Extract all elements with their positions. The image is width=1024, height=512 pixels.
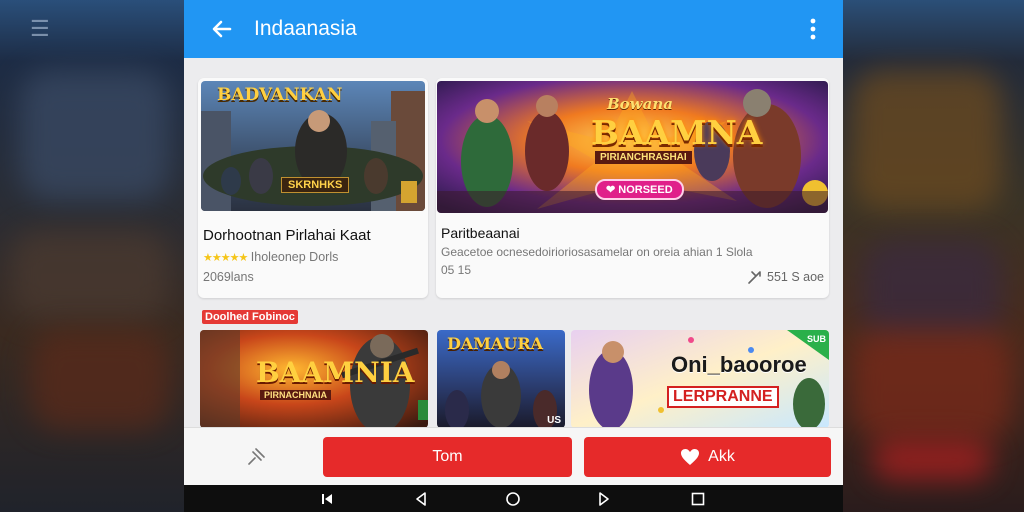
- tile-subtitle: LERPRANNE: [667, 386, 779, 408]
- game-tile[interactable]: DAMAURA US: [437, 330, 565, 428]
- thumbnail-subtitle: PIRIANCHRASHAI: [595, 151, 692, 164]
- back-nav-icon[interactable]: [413, 491, 429, 507]
- rating-text: Iholeonep Dorls: [250, 250, 339, 264]
- primary-action-button[interactable]: Tom: [323, 437, 572, 477]
- featured-thumbnail[interactable]: Bowana BAAMNA PIRIANCHRASHAI ❤ NORSEED: [437, 81, 828, 213]
- star-rating: ★★★★★: [203, 252, 248, 264]
- back-button[interactable]: [204, 11, 240, 47]
- share-button[interactable]: 551 S aoe: [747, 269, 824, 285]
- card-meta: 2069lans: [203, 270, 254, 284]
- secondary-action-button[interactable]: Akk: [584, 437, 831, 477]
- thumbnail-banner-text: SKRNHKS: [281, 177, 350, 193]
- phone-screen: Indaanasia BADVANKAN SKRNHKS Dorhootnan …: [184, 0, 843, 512]
- tile-subtitle: PIRNACHNAIA: [260, 390, 331, 400]
- primary-action-label: Tom: [432, 448, 463, 465]
- share-icon: [748, 271, 761, 284]
- more-vertical-icon: [810, 18, 816, 40]
- pin-button[interactable]: [244, 445, 268, 469]
- background-right: [842, 0, 1024, 512]
- game-tile[interactable]: Oni_baooroe LERPRANNE SUB: [571, 330, 829, 428]
- featured-card[interactable]: Bowana BAAMNA PIRIANCHRASHAI ❤ NORSEED P…: [436, 78, 829, 298]
- featured-thumbnail[interactable]: BADVANKAN SKRNHKS: [201, 81, 425, 211]
- pin-icon: [248, 448, 265, 465]
- game-artwork: [571, 330, 829, 428]
- tile-logo-text: DAMAURA: [447, 334, 544, 353]
- card-meta: 05 15: [441, 263, 472, 277]
- tile-corner-label: US: [547, 415, 561, 426]
- skip-back-icon[interactable]: [319, 491, 335, 507]
- heart-icon: ❤: [606, 184, 616, 196]
- thumbnail-logo-text: BADVANKAN: [217, 85, 343, 105]
- tile-logo-text: Oni_baooroe: [671, 352, 807, 377]
- app-bar: Indaanasia: [184, 0, 843, 58]
- card-title: Paritbeaanai: [441, 225, 520, 241]
- thumbnail-badge[interactable]: ❤ NORSEED: [595, 179, 684, 200]
- heart-icon: [681, 449, 700, 465]
- content-area: BADVANKAN SKRNHKS Dorhootnan Pirlahai Ka…: [184, 58, 843, 428]
- thumbnail-logo-text: BAAMNA: [591, 113, 763, 152]
- tile-corner-label: SUB: [806, 334, 826, 344]
- tile-logo-text: BAAMNIA: [256, 356, 415, 389]
- arrow-left-icon: [212, 20, 232, 38]
- system-navigation-bar: [184, 485, 843, 512]
- thumbnail-small-logo: Bowana: [607, 95, 673, 113]
- background-left: ☰: [0, 0, 184, 512]
- card-description: Geacetoe ocnesedoirioriosasamelar on ore…: [441, 245, 753, 259]
- home-nav-icon[interactable]: [505, 491, 521, 507]
- menu-icon: ☰: [30, 16, 50, 41]
- share-count: 551 S aoe: [767, 270, 824, 284]
- featured-card[interactable]: BADVANKAN SKRNHKS Dorhootnan Pirlahai Ka…: [198, 78, 428, 298]
- badge-label: NORSEED: [618, 184, 673, 196]
- game-tile[interactable]: BAAMNIA PIRNACHNAIA: [200, 330, 428, 428]
- more-options-button[interactable]: [801, 14, 825, 44]
- action-bar: Tom Akk: [184, 427, 843, 485]
- play-icon[interactable]: [596, 491, 612, 507]
- recents-nav-icon[interactable]: [690, 491, 706, 507]
- card-title: Dorhootnan Pirlahai Kaat: [203, 227, 371, 244]
- app-title: Indaanasia: [254, 17, 357, 40]
- section-title: Doolhed Fobinoc: [202, 310, 298, 324]
- rating-row: ★★★★★ Iholeonep Dorls: [203, 250, 338, 264]
- secondary-action-label: Akk: [708, 448, 735, 465]
